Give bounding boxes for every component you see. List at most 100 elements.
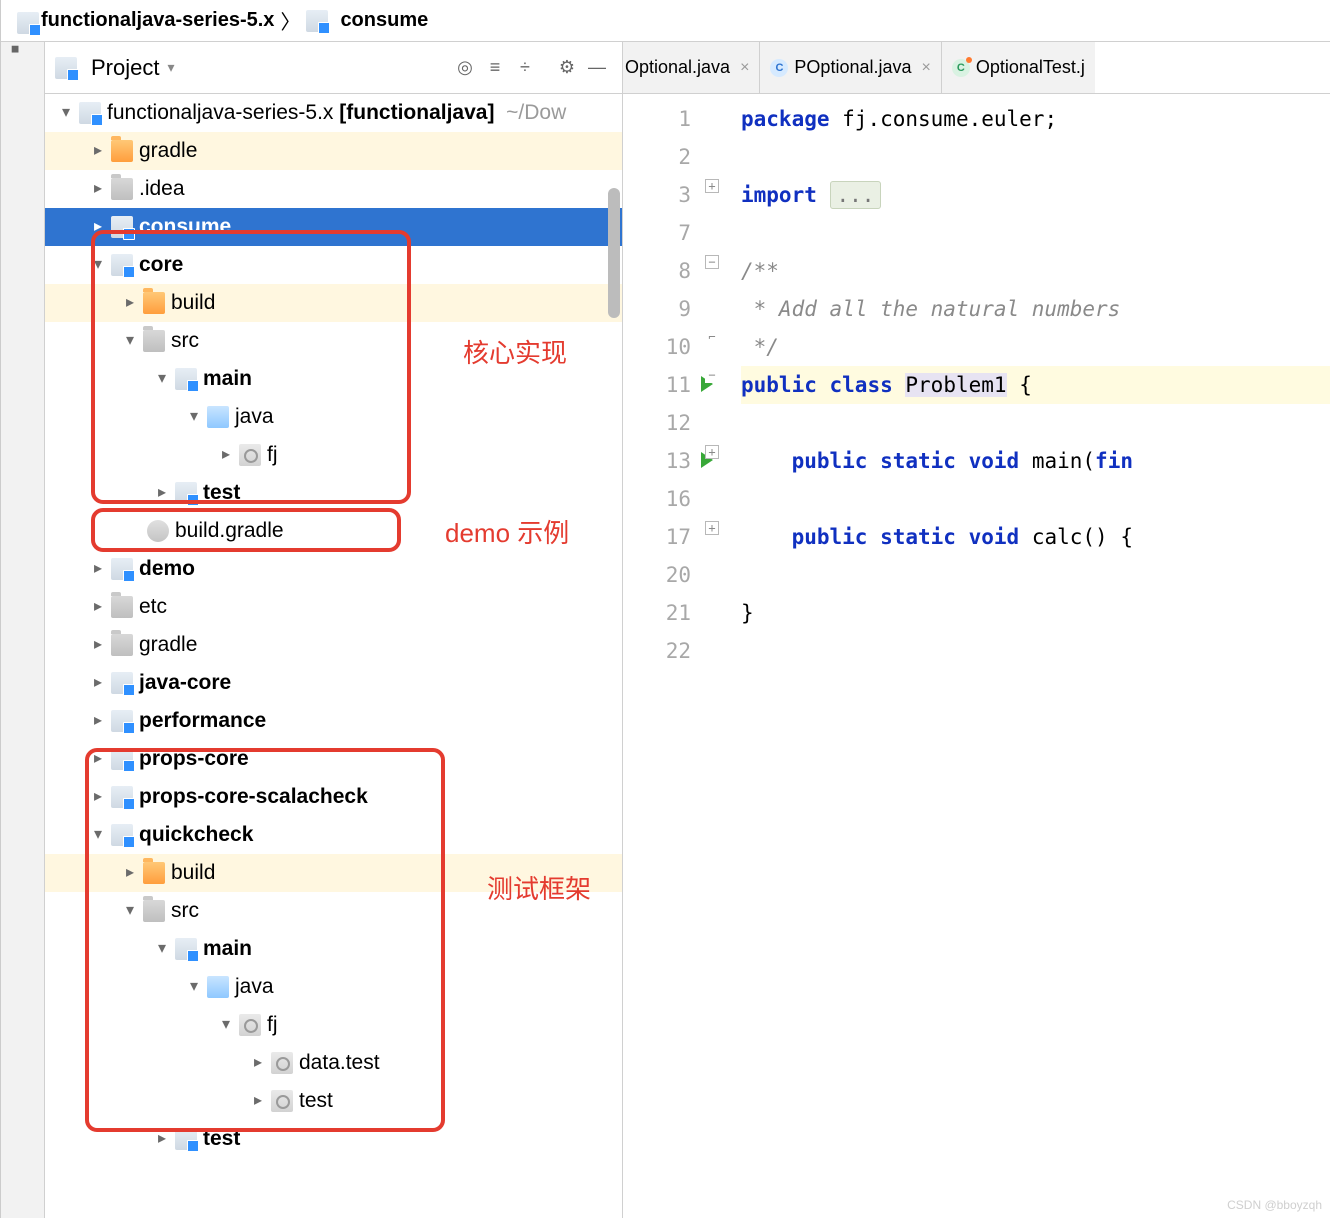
expand-icon[interactable]: ▸ — [89, 702, 107, 740]
tree-item-core-buildgradle[interactable]: build.gradle — [45, 512, 622, 550]
tree-item-gradle[interactable]: ▸ gradle — [45, 626, 622, 664]
tab-optional[interactable]: Optional.java × — [623, 42, 760, 93]
tree-label: .idea — [139, 170, 185, 208]
expand-icon[interactable]: ▸ — [217, 436, 235, 474]
tree-label: fj — [267, 1006, 278, 1044]
expand-icon[interactable]: ▾ — [121, 892, 139, 930]
expand-icon[interactable]: ▸ — [89, 550, 107, 588]
fold-icon[interactable]: + — [705, 521, 719, 535]
tab-label: Optional.java — [625, 57, 730, 78]
project-icon — [55, 57, 77, 79]
settings-button[interactable]: ⚙ — [552, 53, 582, 83]
hide-button[interactable]: — — [582, 53, 612, 83]
module-icon — [175, 938, 197, 960]
tree-item-core-main[interactable]: ▾ main — [45, 360, 622, 398]
tree-label: core — [139, 246, 183, 284]
tool-stripe[interactable]: ■ — [1, 42, 45, 1218]
locate-button[interactable]: ◎ — [450, 53, 480, 83]
tree-item-qc-test[interactable]: ▸ test — [45, 1082, 622, 1120]
expand-icon[interactable]: ▸ — [153, 474, 171, 512]
tree-label: gradle — [139, 132, 197, 170]
tree-item-idea[interactable]: ▸ .idea — [45, 170, 622, 208]
tree-item-qc-java[interactable]: ▾ java — [45, 968, 622, 1006]
expand-icon[interactable]: ▾ — [153, 360, 171, 398]
code-body[interactable]: package fj.consume.euler; import ... /**… — [727, 94, 1330, 1218]
tab-poptional[interactable]: C POptional.java × — [760, 42, 941, 93]
expand-icon[interactable]: ▾ — [185, 398, 203, 436]
tree-item-props-core-scalacheck[interactable]: ▸ props-core-scalacheck — [45, 778, 622, 816]
module-icon — [17, 12, 39, 34]
tree-root-path: ~/Dow — [506, 94, 566, 132]
expand-icon[interactable]: ▾ — [57, 94, 75, 132]
fold-icon[interactable]: − — [705, 255, 719, 269]
expand-icon[interactable]: ▾ — [121, 322, 139, 360]
tree-item-java-core[interactable]: ▸ java-core — [45, 664, 622, 702]
expand-icon[interactable]: ▸ — [89, 740, 107, 778]
tree-item-core-build[interactable]: ▸ build — [45, 284, 622, 322]
tree-item-core-fj[interactable]: ▸ fj — [45, 436, 622, 474]
expand-icon[interactable]: ▸ — [121, 284, 139, 322]
close-icon[interactable]: × — [740, 59, 749, 77]
tree-item-props-core[interactable]: ▸ props-core — [45, 740, 622, 778]
tree-item-core-test[interactable]: ▸ test — [45, 474, 622, 512]
tree-item-quickcheck[interactable]: ▾ quickcheck — [45, 816, 622, 854]
close-icon[interactable]: × — [922, 59, 931, 77]
tree-item-etc[interactable]: ▸ etc — [45, 588, 622, 626]
fold-icon[interactable]: + — [705, 179, 719, 193]
fold-icon[interactable]: + — [705, 445, 719, 459]
tree-item-dotgradle[interactable]: ▸ gradle — [45, 132, 622, 170]
project-panel: Project ▾ ◎ ≡ ÷ ⚙ — ▾ functionaljava-ser… — [45, 42, 623, 1218]
expand-icon[interactable]: ▾ — [89, 816, 107, 854]
tree-label: build.gradle — [175, 512, 284, 550]
tree-label: etc — [139, 588, 167, 626]
breadcrumb-separator: 〉 — [280, 6, 300, 35]
folder-icon — [143, 330, 165, 352]
tree-root[interactable]: ▾ functionaljava-series-5.x [functionalj… — [45, 94, 622, 132]
expand-icon[interactable]: ▸ — [153, 1120, 171, 1158]
tree-item-qc-src[interactable]: ▾ src — [45, 892, 622, 930]
expand-icon[interactable]: ▾ — [217, 1006, 235, 1044]
code-editor[interactable]: 1 2 3 7 8 9 10 11 12 13 16 17 20 21 22 — [623, 94, 1330, 1218]
expand-icon[interactable]: ▸ — [89, 132, 107, 170]
tree-item-core-java[interactable]: ▾ java — [45, 398, 622, 436]
module-icon — [111, 558, 133, 580]
tree-item-demo[interactable]: ▸ demo — [45, 550, 622, 588]
fold-end-icon[interactable]: ⌐ — [705, 331, 719, 345]
tree-label: props-core-scalacheck — [139, 778, 368, 816]
expand-icon[interactable]: ▾ — [153, 930, 171, 968]
tab-optionaltest[interactable]: C OptionalTest.j — [942, 42, 1095, 93]
tree-item-qc-testmod[interactable]: ▸ test — [45, 1120, 622, 1158]
chevron-down-icon: ▾ — [167, 59, 174, 76]
expand-icon[interactable]: ▸ — [89, 208, 107, 246]
expand-all-button[interactable]: ≡ — [480, 53, 510, 83]
expand-icon[interactable]: ▸ — [89, 664, 107, 702]
fold-start-icon[interactable]: − — [705, 369, 719, 383]
tree-label: test — [299, 1082, 333, 1120]
project-tree[interactable]: ▾ functionaljava-series-5.x [functionalj… — [45, 94, 622, 1218]
project-panel-title[interactable]: Project ▾ — [55, 55, 175, 81]
tree-item-qc-fj[interactable]: ▾ fj — [45, 1006, 622, 1044]
folder-icon — [143, 900, 165, 922]
tree-item-qc-datatest[interactable]: ▸ data.test — [45, 1044, 622, 1082]
expand-icon[interactable]: ▾ — [185, 968, 203, 1006]
package-icon — [239, 1014, 261, 1036]
expand-icon[interactable]: ▸ — [89, 588, 107, 626]
tree-item-core[interactable]: ▾ core — [45, 246, 622, 284]
collapse-all-button[interactable]: ÷ — [510, 53, 540, 83]
tree-item-qc-build[interactable]: ▸ build — [45, 854, 622, 892]
tree-item-qc-main[interactable]: ▾ main — [45, 930, 622, 968]
tree-item-performance[interactable]: ▸ performance — [45, 702, 622, 740]
expand-icon[interactable]: ▸ — [89, 170, 107, 208]
expand-icon[interactable]: ▸ — [89, 626, 107, 664]
expand-icon[interactable]: ▾ — [89, 246, 107, 284]
expand-icon[interactable]: ▸ — [89, 778, 107, 816]
expand-icon[interactable]: ▸ — [121, 854, 139, 892]
tree-item-core-src[interactable]: ▾ src — [45, 322, 622, 360]
expand-icon[interactable]: ▸ — [249, 1044, 267, 1082]
tree-item-consume[interactable]: ▸ consume — [45, 208, 622, 246]
fold-column: + − ⌐ − + + — [701, 94, 727, 1218]
breadcrumb-child[interactable]: consume — [300, 9, 434, 32]
breadcrumb-root[interactable]: functionaljava-series-5.x — [11, 9, 280, 32]
scrollbar-thumb[interactable] — [608, 188, 620, 318]
expand-icon[interactable]: ▸ — [249, 1082, 267, 1120]
